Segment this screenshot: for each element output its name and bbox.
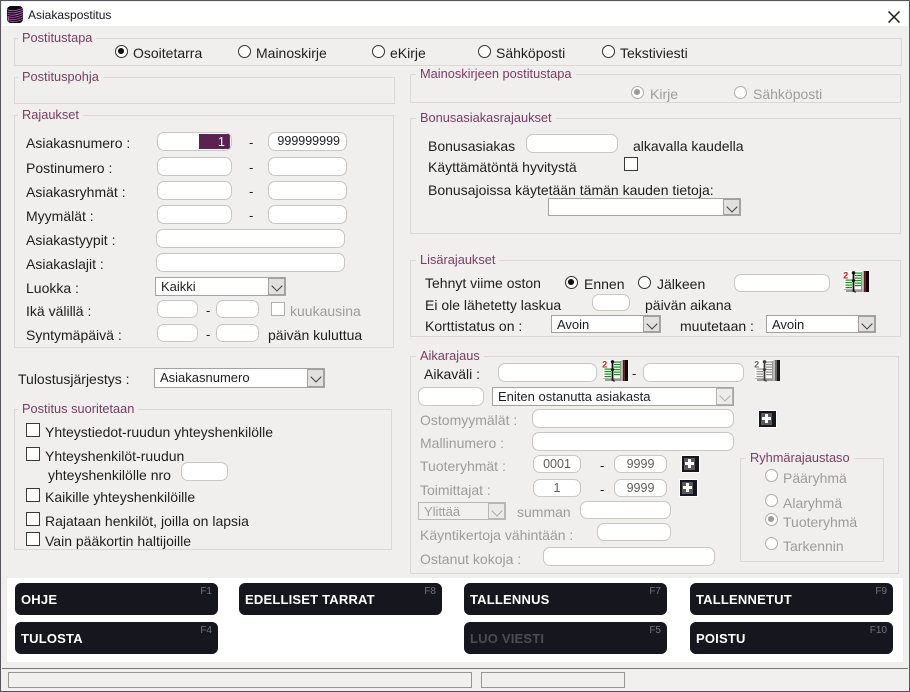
svg-text:2: 2 [602, 360, 607, 370]
svg-text:2: 2 [843, 271, 848, 281]
svg-text:2: 2 [754, 360, 759, 370]
